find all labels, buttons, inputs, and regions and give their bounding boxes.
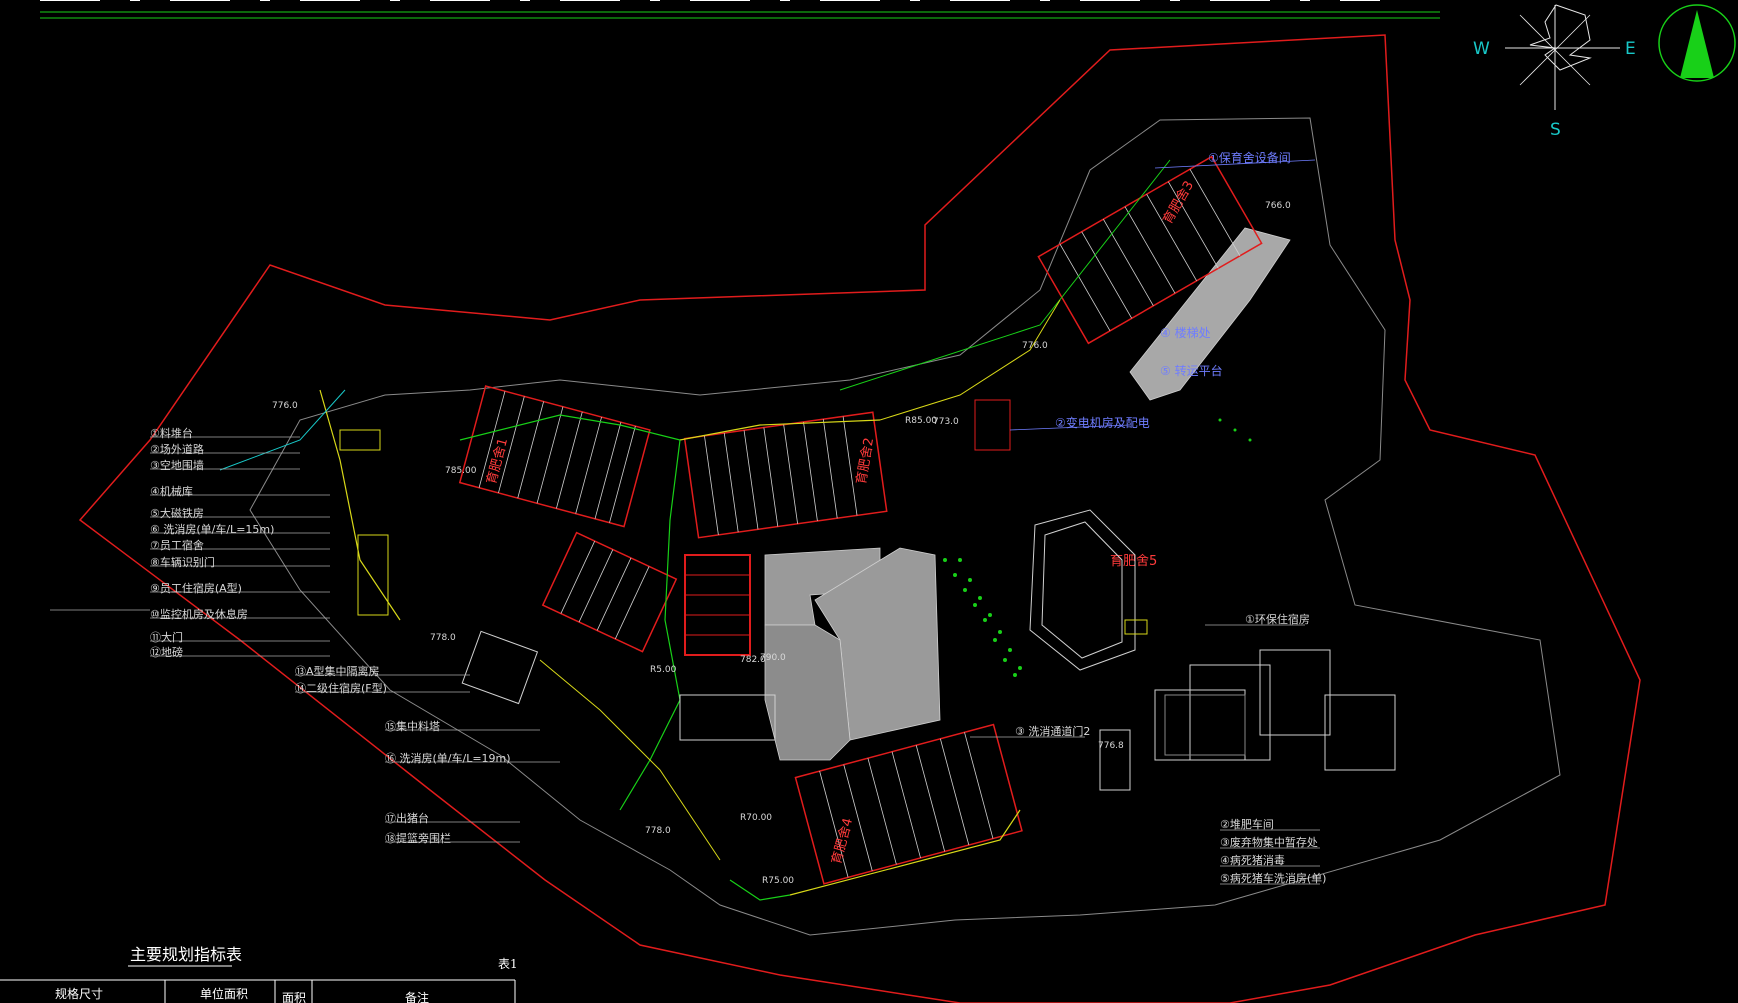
top-title-strip	[40, 0, 1440, 19]
level-mark: 785.00	[445, 466, 477, 476]
callout-14: ⑭二级住宿房(F型)	[295, 681, 387, 695]
level-mark: 782.0	[740, 655, 766, 665]
elevation-marks: 776.0 778.0 773.0 785.00 R85.00 790.0 R5…	[272, 201, 1291, 886]
callout-r1: ①环保住宿房	[1245, 612, 1310, 626]
barn-1	[458, 385, 651, 528]
barn-4	[684, 554, 751, 656]
callout-r3: ③废弃物集中暂存处	[1220, 835, 1318, 849]
level-mark: 766.0	[1265, 201, 1291, 211]
barn-label-2: 育肥舍2	[853, 436, 877, 485]
callout-10: ⑩监控机房及休息房	[150, 607, 248, 621]
barn-group	[458, 155, 1263, 885]
north-arrow-icon	[1658, 4, 1736, 82]
barn-3	[541, 531, 678, 653]
level-mark: R70.00	[740, 813, 772, 823]
blue-label-1: ①保育舍设备间	[1208, 150, 1291, 165]
barn-label-4: 育肥舍4	[828, 816, 856, 866]
level-mark: 776.0	[1022, 341, 1048, 351]
callout-7: ⑦员工宿舍	[150, 538, 204, 552]
barn-labels: 育肥舍1 育肥舍2 育肥舍3 育肥舍4 育肥舍5	[483, 178, 1197, 866]
site-outline	[249, 117, 1561, 936]
barn-label-3: 育肥舍3	[1160, 178, 1197, 227]
callout-5: ⑤大磁铁房	[150, 506, 204, 520]
callout-11: ⑪大门	[150, 630, 183, 644]
callout-1: ①料堆台	[150, 426, 193, 440]
tree-clusters	[943, 418, 1252, 677]
blue-label-2: ②变电机房及配电	[1055, 415, 1150, 430]
indicator-table: 主要规划指标表 表1 规格尺寸 单位面积 面积 备注	[0, 945, 518, 1003]
mid-callouts: ⑬A型集中隔离房 ⑭二级住宿房(F型) ⑮集中料塔 ⑯ 洗消房(单/车/L=19…	[295, 664, 511, 845]
callout-r5: ⑤病死猪车洗消房(单)	[1220, 871, 1326, 885]
table-header-spec: 规格尺寸	[55, 986, 103, 1001]
compass-west-label: W	[1473, 39, 1490, 59]
callout-17: ⑰出猪台	[385, 811, 429, 825]
level-mark: R5.00	[650, 665, 677, 675]
table-header-note: 备注	[405, 990, 429, 1003]
blue-label-3: ③ 洗消通道门2	[1015, 724, 1090, 738]
callout-6: ⑥ 洗消房(单/车/L=15m)	[150, 522, 274, 536]
blue-label-4: ④ 楼梯处	[1160, 325, 1211, 340]
callout-4: ④机械库	[150, 484, 193, 498]
level-mark: 778.0	[430, 633, 456, 643]
callout-r2: ②堆肥车间	[1220, 817, 1274, 831]
callout-8: ⑧车辆识别门	[150, 555, 215, 569]
property-boundary	[78, 34, 1641, 1003]
left-leaders	[50, 436, 560, 843]
site-plan-drawing: 育肥舍1 育肥舍2 育肥舍3 育肥舍4 育肥舍5 ①料堆台 ②场外道路 ③空地围…	[0, 0, 1736, 1003]
level-mark: R75.00	[762, 876, 794, 886]
callout-13: ⑬A型集中隔离房	[295, 664, 380, 678]
wind-rose: W E S	[1473, 4, 1636, 140]
left-callouts: ①料堆台 ②场外道路 ③空地围墙 ④机械库 ⑤大磁铁房 ⑥ 洗消房(单/车/L=…	[150, 426, 274, 659]
callout-16: ⑯ 洗消房(单/车/L=19m)	[385, 751, 511, 765]
table-title: 主要规划指标表	[130, 945, 242, 964]
road-network	[219, 159, 1171, 901]
level-mark: R85.00	[905, 416, 937, 426]
level-mark: 778.0	[645, 826, 671, 836]
blue-label-5: ⑤ 转运平台	[1160, 363, 1223, 378]
callout-9: ⑨员工住宿房(A型)	[150, 581, 242, 595]
callout-2: ②场外道路	[150, 442, 204, 456]
level-mark: 776.0	[272, 401, 298, 411]
table-tag: 表1	[498, 957, 518, 971]
callout-18: ⑱提篮旁围栏	[385, 831, 451, 845]
callout-12: ⑫地磅	[150, 645, 183, 659]
compass-south-label: S	[1550, 120, 1561, 140]
compass-east-label: E	[1625, 39, 1636, 59]
table-header-area: 面积	[282, 991, 306, 1003]
level-mark: 776.8	[1098, 741, 1124, 751]
callout-15: ⑮集中料塔	[385, 719, 440, 733]
grey-areas	[764, 227, 1291, 761]
callout-3: ③空地围墙	[150, 458, 204, 472]
table-header-unit-area: 单位面积	[200, 986, 248, 1001]
callout-r4: ④病死猪消毒	[1220, 853, 1285, 867]
right-callouts: ①环保住宿房 ②堆肥车间 ③废弃物集中暂存处 ④病死猪消毒 ⑤病死猪车洗消房(单…	[1220, 612, 1326, 885]
